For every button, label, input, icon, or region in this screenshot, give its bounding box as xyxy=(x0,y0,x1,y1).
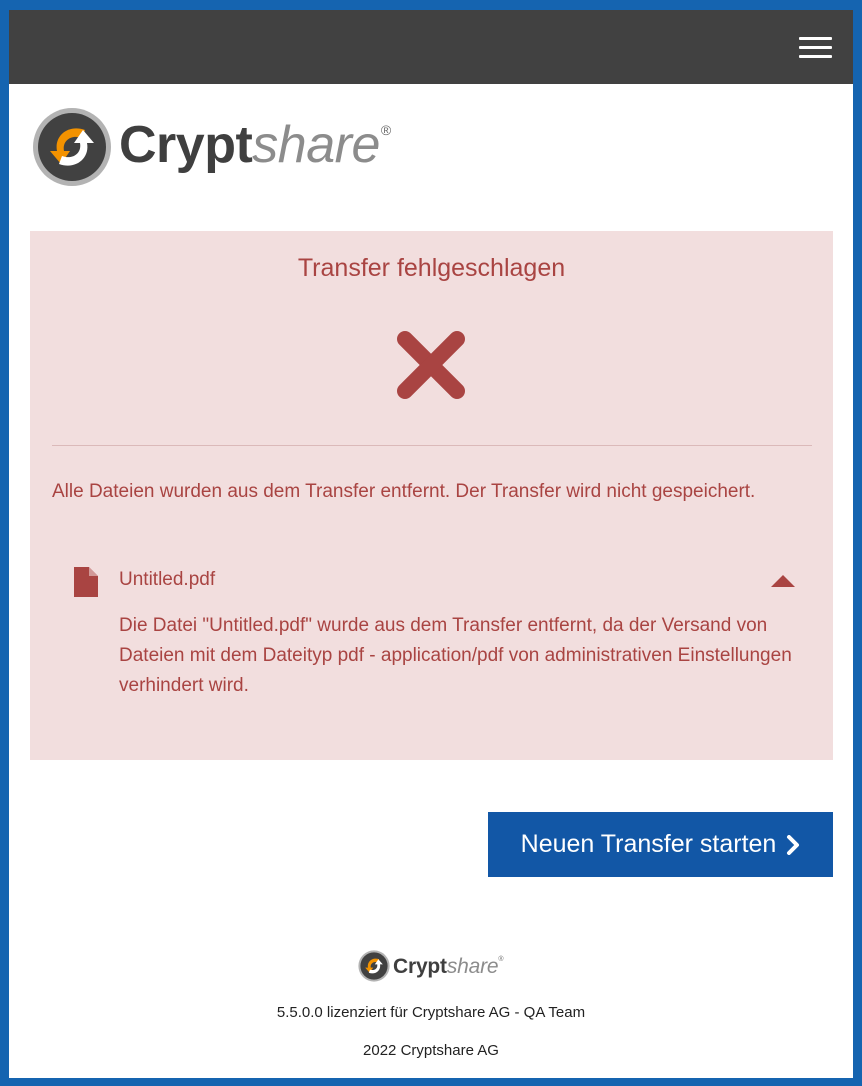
chevron-right-icon xyxy=(787,834,800,855)
top-navigation-bar xyxy=(9,10,853,84)
brand-name-bold: Crypt xyxy=(119,116,253,174)
footer-license-text: 5.5.0.0 lizenziert für Cryptshare AG - Q… xyxy=(276,1004,586,1021)
alert-message: Alle Dateien wurden aus dem Transfer ent… xyxy=(52,481,756,502)
caret-up-icon[interactable] xyxy=(770,574,796,588)
removed-file-name: Untitled.pdf xyxy=(119,569,216,590)
footer-registered-mark: ® xyxy=(498,955,504,963)
cryptshare-wordmark: Cryptshare® xyxy=(119,119,391,171)
alert-divider xyxy=(52,445,812,446)
removed-file-detail: Die Datei "Untitled.pdf" wurde aus dem T… xyxy=(119,615,792,696)
file-icon xyxy=(74,567,98,597)
registered-mark: ® xyxy=(380,122,391,138)
hamburger-menu-icon[interactable] xyxy=(799,37,832,59)
footer-cryptshare-logo: Cryptshare® xyxy=(358,949,504,983)
page-frame: Cryptshare® Transfer fehlgeschlagen Alle… xyxy=(9,10,853,1078)
brand-name-light: share xyxy=(252,116,380,174)
footer-brand-name-light: share xyxy=(446,954,499,978)
start-new-transfer-label: Neuen Transfer starten xyxy=(520,830,777,858)
transfer-failed-alert: Transfer fehlgeschlagen Alle Dateien wur… xyxy=(30,231,833,760)
footer-wordmark: Cryptshare® xyxy=(393,954,504,978)
cryptshare-logo[interactable]: Cryptshare® xyxy=(32,107,391,187)
cryptshare-logo-icon xyxy=(33,108,111,186)
footer-brand-name-bold: Crypt xyxy=(393,954,447,978)
cryptshare-logo-icon xyxy=(358,950,390,982)
start-new-transfer-button[interactable]: Neuen Transfer starten xyxy=(488,812,833,877)
alert-title: Transfer fehlgeschlagen xyxy=(297,254,566,282)
footer-copyright-text: 2022 Cryptshare AG xyxy=(363,1042,499,1059)
close-x-icon xyxy=(397,331,465,399)
